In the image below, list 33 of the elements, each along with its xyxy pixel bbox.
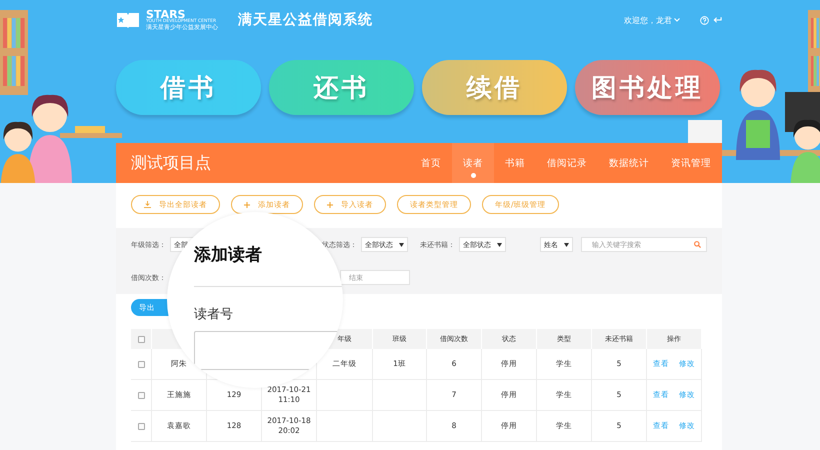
book-logo-icon (116, 12, 140, 28)
plus-icon (244, 202, 250, 208)
field-label: 读者号 (194, 306, 233, 323)
help-icon[interactable] (700, 16, 709, 24)
boy-figure (0, 122, 36, 183)
nav-tab[interactable]: 数据统计 (598, 143, 660, 183)
logout-icon[interactable] (713, 16, 722, 24)
caret-icon (564, 242, 569, 246)
boy-figure (790, 120, 820, 183)
nav-tab[interactable]: 首页 (410, 143, 452, 183)
download-icon (144, 201, 151, 208)
caret-icon (497, 242, 502, 246)
checkbox[interactable] (138, 336, 144, 342)
checkbox[interactable] (138, 360, 144, 368)
search-icon[interactable] (694, 241, 701, 248)
plus-icon (327, 202, 333, 208)
action-button[interactable]: 续借 (422, 60, 567, 115)
checkbox[interactable] (138, 392, 144, 398)
action-button[interactable]: 图书处理 (575, 60, 720, 115)
system-title: 满天星公益借阅系统 (238, 11, 373, 29)
chevron-icon (674, 18, 680, 22)
checkbox[interactable] (138, 422, 144, 430)
action-button[interactable]: 还书 (269, 60, 414, 115)
site-name: 测试项目点 (131, 152, 211, 174)
nav-tab[interactable]: 资讯管理 (660, 143, 722, 183)
nav-tab[interactable]: 书籍 (494, 143, 536, 183)
nav-tab[interactable]: 读者 (452, 143, 494, 183)
action-button[interactable]: 借书 (116, 60, 261, 115)
nav-tab[interactable]: 借阅记录 (536, 143, 598, 183)
dialog-title: 添加读者 (194, 244, 262, 266)
selected-dot (470, 172, 476, 178)
caret-icon (399, 242, 404, 246)
user-menu[interactable]: 欢迎您，龙君 (624, 14, 680, 26)
